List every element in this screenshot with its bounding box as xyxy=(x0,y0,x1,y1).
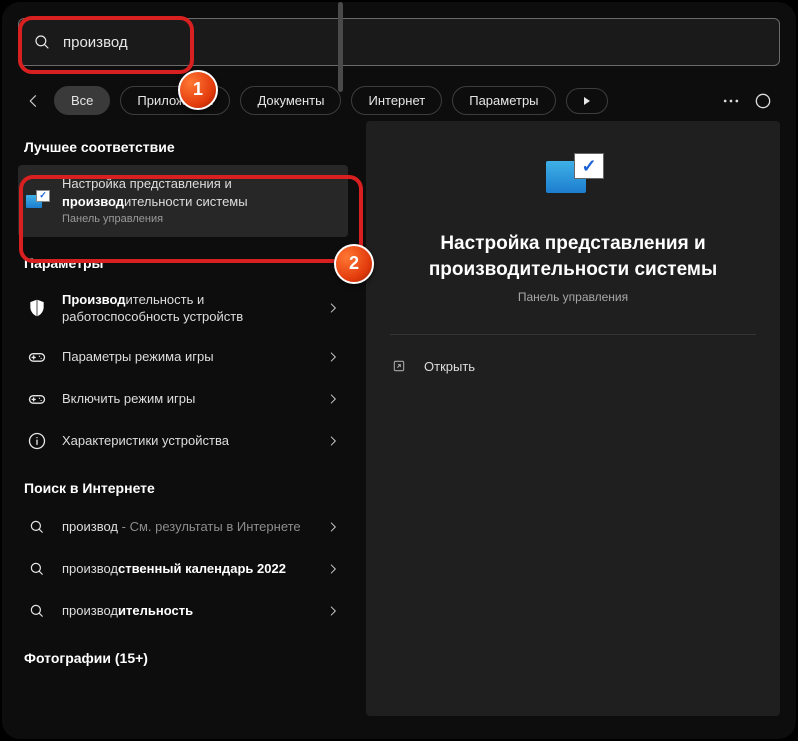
search-icon xyxy=(26,516,48,538)
chevron-right-icon xyxy=(326,562,340,576)
result-label: производ - См. результаты в Интернете xyxy=(62,518,312,536)
section-web-search: Поиск в Интернете xyxy=(18,462,348,506)
chevron-right-icon xyxy=(326,434,340,448)
result-label: Характеристики устройства xyxy=(62,432,312,450)
back-arrow-icon[interactable] xyxy=(24,91,44,111)
search-icon xyxy=(33,33,51,51)
result-web-performance[interactable]: производительность xyxy=(18,590,348,632)
result-label: Включить режим игры xyxy=(62,390,312,408)
chevron-right-icon xyxy=(326,350,340,364)
chevron-right-icon xyxy=(326,520,340,534)
results-list: Лучшее соответствие ✓ Настройка представ… xyxy=(18,121,348,716)
monitor-check-icon: ✓ xyxy=(26,190,48,212)
tab-apps[interactable]: Приложения xyxy=(120,86,230,115)
gamepad-icon xyxy=(26,346,48,368)
open-action[interactable]: Открыть xyxy=(388,353,758,379)
preview-title: Настройка представления и производительн… xyxy=(429,231,717,282)
result-device-specs[interactable]: Характеристики устройства xyxy=(18,420,348,462)
tab-parameters[interactable]: Параметры xyxy=(452,86,555,115)
section-parameters: Параметры xyxy=(18,237,348,281)
tab-more-play[interactable] xyxy=(566,88,608,114)
search-input[interactable] xyxy=(61,33,765,52)
filter-tabs: Все Приложения Документы Интернет Параме… xyxy=(18,86,780,115)
chevron-right-icon xyxy=(326,301,340,315)
scrollbar-thumb[interactable] xyxy=(338,2,343,92)
result-web-calendar[interactable]: производственный календарь 2022 xyxy=(18,548,348,590)
preview-subtitle: Панель управления xyxy=(518,290,628,304)
preview-app-icon: ✓ xyxy=(546,155,600,201)
section-photos: Фотографии (15+) xyxy=(18,632,348,676)
tab-all[interactable]: Все xyxy=(54,86,110,115)
result-label: Параметры режима игры xyxy=(62,348,312,366)
result-label: производственный календарь 2022 xyxy=(62,560,312,578)
gamepad-icon xyxy=(26,388,48,410)
search-icon xyxy=(26,558,48,580)
search-box[interactable] xyxy=(18,18,780,66)
profile-circle-icon[interactable] xyxy=(752,90,774,112)
result-enable-game-mode[interactable]: Включить режим игры xyxy=(18,378,348,420)
info-icon xyxy=(26,430,48,452)
search-icon xyxy=(26,600,48,622)
result-device-performance[interactable]: Производительность и работоспособность у… xyxy=(18,281,348,336)
divider xyxy=(390,334,756,335)
search-panel: 1 Все Приложения Документы Интернет Пара… xyxy=(0,0,798,741)
tab-documents[interactable]: Документы xyxy=(240,86,341,115)
chevron-right-icon xyxy=(326,392,340,406)
more-options-icon[interactable] xyxy=(720,90,742,112)
result-web-generic[interactable]: производ - См. результаты в Интернете xyxy=(18,506,348,548)
section-best-match: Лучшее соответствие xyxy=(18,121,348,165)
open-external-icon xyxy=(390,357,408,375)
chevron-right-icon xyxy=(326,604,340,618)
result-label: производительность xyxy=(62,602,312,620)
results-area: Лучшее соответствие ✓ Настройка представ… xyxy=(18,121,780,716)
preview-pane: ✓ Настройка представления и производител… xyxy=(366,121,780,716)
result-game-mode-settings[interactable]: Параметры режима игры xyxy=(18,336,348,378)
open-label: Открыть xyxy=(424,359,475,374)
result-best-text: Настройка представления и производительн… xyxy=(62,175,340,227)
result-best-match[interactable]: ✓ Настройка представления и производител… xyxy=(18,165,348,237)
result-label: Производительность и работоспособность у… xyxy=(62,291,312,326)
tab-internet[interactable]: Интернет xyxy=(351,86,442,115)
shield-icon xyxy=(26,297,48,319)
